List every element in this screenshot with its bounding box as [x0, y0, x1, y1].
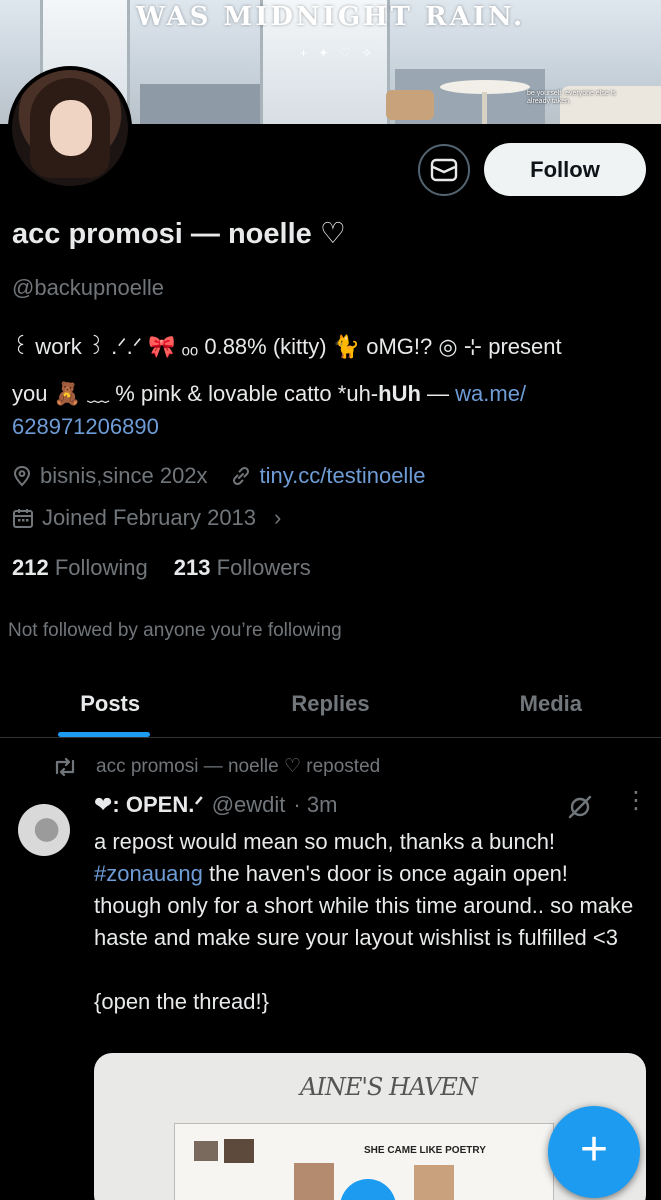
repost-icon: [55, 757, 75, 776]
bio: ꒰ work ꒱ .ᐟ.ᐟ 🎀 ₒₒ 0.88% (kitty) 🐈 oMG!?…: [12, 330, 652, 443]
post-author[interactable]: ❤︎: OPEN.ᐟ: [94, 792, 204, 818]
message-button[interactable]: [418, 144, 470, 196]
bio-dash: —: [420, 381, 456, 406]
compose-button[interactable]: +: [548, 1106, 640, 1198]
post-handle[interactable]: @ewdit: [212, 792, 286, 818]
banner-title: WAS MIDNIGHT RAIN.: [135, 2, 526, 32]
card-photo: [294, 1163, 334, 1200]
hashtag-link[interactable]: #zonauang: [94, 861, 203, 886]
bio-bold: hUh: [378, 381, 421, 406]
post-text: a repost would mean so much, thanks a bu…: [94, 826, 646, 1018]
banner-quote: be yourself; everyone else is already ta…: [527, 90, 616, 105]
followers-link[interactable]: 213 Followers: [174, 555, 311, 581]
follow-button[interactable]: Follow: [484, 143, 646, 196]
card-photo: [414, 1165, 454, 1200]
link-icon: [232, 466, 249, 486]
chevron-right-icon: ›: [274, 505, 282, 530]
post-line-3: though only for a short while this time …: [94, 893, 634, 950]
mail-icon: [430, 158, 458, 182]
post-line-1: a repost would mean so much, thanks a bu…: [94, 829, 556, 854]
tab-replies[interactable]: Replies: [220, 670, 440, 737]
handle: @backupnoelle: [12, 275, 164, 300]
following-count: 212: [12, 555, 49, 580]
repost-label: acc promosi — noelle ♡ reposted: [96, 756, 381, 777]
website-link[interactable]: tiny.cc/testinoelle: [260, 463, 426, 489]
card-title: AINE'S HAVEN: [300, 1073, 478, 1101]
plus-icon: +: [579, 1122, 609, 1176]
location-icon: [13, 465, 31, 487]
follow-stats: 212 Following 213 Followers: [12, 555, 311, 581]
banner-city: [140, 84, 260, 124]
post-line-2: the haven's door is once again open!: [202, 861, 568, 886]
avatar-face: [50, 100, 92, 156]
location-text: bisnis,since 202x: [40, 463, 208, 488]
profile-meta-row: bisnis,since 202x tiny.cc/testinoelle: [12, 463, 425, 489]
grok-icon[interactable]: [566, 793, 594, 821]
more-options-icon[interactable]: ⋮: [624, 789, 648, 813]
card-poetry-heading: SHE CAME LIKE POETRY: [364, 1145, 486, 1156]
card-photo: [224, 1139, 254, 1163]
calendar-icon: [13, 509, 33, 528]
tab-media[interactable]: Media: [441, 670, 661, 737]
avatar[interactable]: [12, 70, 128, 186]
joined-row[interactable]: Joined February 2013 ›: [12, 505, 281, 531]
following-link[interactable]: 212 Following: [12, 555, 148, 581]
bio-text: you 🧸 ﹏ % pink & lovable catto *uh-: [12, 381, 379, 406]
profile-tabs: Posts Replies Media: [0, 670, 661, 738]
not-followed-note: Not followed by anyone you’re following: [8, 620, 342, 641]
bio-link[interactable]: wa.me/: [455, 381, 526, 406]
post-avatar[interactable]: [18, 804, 70, 856]
banner-table-leg: [482, 92, 487, 124]
bio-line-2: you 🧸 ﹏ % pink & lovable catto *uh-hUh —…: [12, 377, 652, 410]
followers-label: Followers: [216, 555, 311, 580]
tab-posts[interactable]: Posts: [0, 670, 220, 737]
display-name: acc promosi — noelle ♡: [12, 218, 346, 250]
post-line-4: {open the thread!}: [94, 989, 269, 1014]
followers-count: 213: [173, 555, 211, 580]
post-header: ❤︎: OPEN.ᐟ @ewdit · 3m: [94, 792, 337, 818]
joined-text: Joined February 2013: [42, 505, 257, 530]
banner-decoration: + ✦ ♡ ✧: [300, 46, 376, 60]
following-label: Following: [54, 555, 148, 580]
bio-line-1: ꒰ work ꒱ .ᐟ.ᐟ 🎀 ₒₒ 0.88% (kitty) 🐈 oMG!?…: [12, 334, 562, 359]
card-photo: [194, 1141, 218, 1161]
banner-chair: [386, 90, 434, 120]
repost-indicator: acc promosi — noelle ♡ reposted: [52, 755, 380, 778]
post-time[interactable]: · 3m: [293, 792, 337, 818]
bio-link-number[interactable]: 628971206890: [12, 410, 652, 443]
